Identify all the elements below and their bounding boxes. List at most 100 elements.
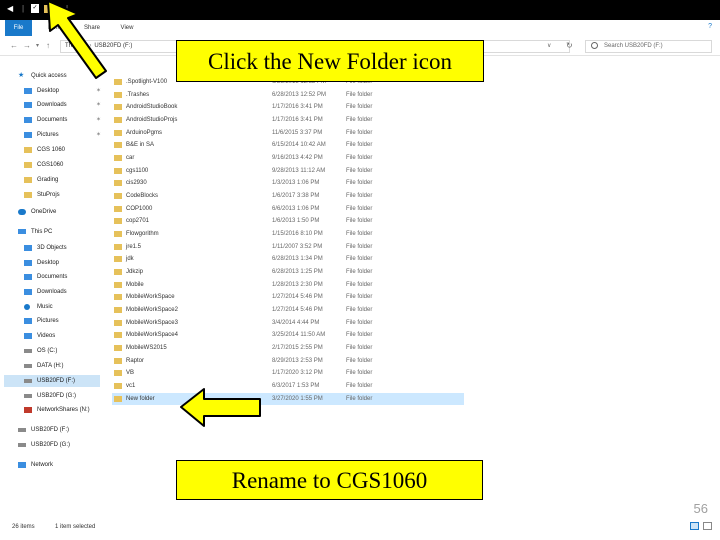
file-name: COP1000 [126, 205, 153, 212]
file-name: CodeBlocks [126, 193, 159, 200]
file-row[interactable]: Raptor 8/29/2013 2:53 PM File folder [112, 355, 464, 367]
file-row[interactable]: New folder 3/27/2020 1:55 PM File folder [112, 392, 464, 405]
sidebar-item[interactable]: Network [18, 459, 104, 471]
pin-icon[interactable]: ✶ [96, 85, 101, 97]
file-type: File folder [346, 269, 373, 276]
sidebar-item[interactable]: NetworkShares (N:) [24, 404, 110, 416]
sidebar-item[interactable]: 3D Objects [24, 242, 110, 254]
search-input[interactable]: Search USB20FD (F:) [585, 40, 712, 53]
file-row[interactable]: jre1.5 1/11/2007 3:52 PM File folder [112, 241, 464, 253]
file-row[interactable]: AndroidStudioProjs 1/17/2016 3:41 PM File … [112, 114, 464, 126]
file-type: File folder [346, 129, 373, 136]
refresh-icon[interactable]: ↻ [566, 41, 573, 50]
file-row[interactable]: AndroidStudioBook 1/17/2016 3:41 PM File f… [112, 101, 464, 113]
sidebar-item[interactable]: Pictures [24, 315, 110, 327]
sidebar-item[interactable]: Pictures ✶ [24, 129, 110, 141]
sidebar-item[interactable]: Downloads ✶ [24, 99, 110, 111]
folder-icon [24, 177, 32, 183]
file-date-modified: 1/27/2014 5:46 PM [272, 307, 323, 314]
desktop-icon [24, 88, 32, 94]
back-arrow-icon[interactable]: ← [10, 40, 18, 52]
sidebar-item[interactable]: Desktop ✶ [24, 85, 110, 97]
file-name: AndroidStudioBook [126, 104, 178, 111]
sidebar-item[interactable]: USB20FD (F:) [18, 424, 104, 436]
sidebar-item[interactable]: USB20FD (G:) [24, 390, 110, 402]
sidebar-item[interactable]: Downloads [24, 286, 110, 298]
file-row[interactable]: COP1000 6/6/2013 1:06 PM File folder [112, 203, 464, 215]
details-view-icon[interactable] [690, 522, 699, 530]
file-name: Flowgorithm [126, 231, 159, 238]
file-type: File folder [346, 281, 373, 288]
sidebar-item[interactable]: Videos [24, 330, 110, 342]
drive-icon [24, 349, 32, 353]
forward-arrow-icon[interactable]: → [23, 40, 31, 52]
sidebar-item[interactable]: DATA (H:) [24, 360, 110, 372]
folder-icon [114, 218, 122, 225]
file-row[interactable]: jdk 6/28/2013 1:34 PM File folder [112, 253, 464, 265]
file-date-modified: 1/15/2016 8:10 PM [272, 231, 323, 238]
file-type: File folder [346, 142, 373, 149]
file-date-modified: 6/15/2014 10:42 AM [272, 142, 326, 149]
sidebar-item-label: USB20FD (G:) [31, 442, 71, 448]
sidebar-item[interactable]: StuProjs [24, 189, 110, 201]
folder-icon [24, 192, 32, 198]
file-row[interactable]: ArduinoPgms 11/6/2015 3:37 PM File folder [112, 127, 464, 139]
large-icons-view-icon[interactable] [703, 522, 712, 530]
back-icon[interactable]: ◀ [7, 4, 17, 14]
file-name: MobileWS2015 [126, 345, 167, 352]
tab-file[interactable]: File [5, 20, 32, 36]
sidebar-item[interactable]: Documents ✶ [24, 114, 110, 126]
file-row[interactable]: CodeBlocks 1/6/2017 3:38 PM File folder [112, 190, 464, 202]
sidebar-item-label: Documents [37, 117, 68, 123]
file-row[interactable]: cis2930 1/3/2013 1:06 PM File folder [112, 177, 464, 189]
sidebar-item[interactable]: USB20FD (F:) [4, 375, 100, 387]
file-row[interactable]: vc1 6/3/2017 1:53 PM File folder [112, 380, 464, 392]
file-type: File folder [346, 193, 373, 200]
sidebar-item[interactable]: CGS 1060 [24, 144, 110, 156]
recent-locations-icon[interactable]: ▾ [36, 40, 39, 52]
sidebar-item[interactable]: CGS1060 [24, 159, 110, 171]
pin-icon[interactable]: ✶ [96, 99, 101, 111]
sidebar-item[interactable]: Documents [24, 271, 110, 283]
file-row[interactable]: MobileWorkSpace3 3/4/2014 4:44 PM File fol… [112, 317, 464, 329]
file-name: vc1 [126, 383, 136, 390]
folder-icon [24, 147, 32, 153]
pin-icon[interactable]: ✶ [96, 129, 101, 141]
file-row[interactable]: MobileWorkSpace 1/27/2014 5:46 PM File fol… [112, 291, 464, 303]
sidebar-item[interactable]: USB20FD (G:) [18, 439, 104, 451]
sidebar-item[interactable]: This PC [18, 226, 104, 238]
sidebar-item[interactable]: OneDrive [18, 206, 104, 218]
sidebar-item[interactable]: Grading [24, 174, 110, 186]
pin-icon[interactable]: ✶ [96, 114, 101, 126]
sidebar-item-label: Grading [37, 177, 59, 183]
file-row[interactable]: Flowgorithm 1/15/2016 8:10 PM File folder [112, 228, 464, 240]
file-name: MobileWorkSpace [126, 294, 175, 301]
file-row[interactable]: Jdkzip 6/28/2013 1:25 PM File folder [112, 266, 464, 278]
file-row[interactable]: cop2701 1/6/2013 1:50 PM File folder [112, 215, 464, 227]
file-name: MobileWorkSpace4 [126, 332, 178, 339]
sidebar-item[interactable]: OS (C:) [24, 345, 110, 357]
file-row[interactable]: .Trashes 6/28/2013 12:52 PM File folder [112, 89, 464, 101]
sidebar-item-label: Network [31, 462, 54, 468]
file-type: File folder [346, 357, 373, 364]
folder-icon [114, 155, 122, 162]
file-name: cgs1100 [126, 167, 149, 174]
file-type: File folder [346, 307, 373, 314]
properties-icon[interactable]: ✓ [31, 4, 39, 13]
sidebar-item[interactable]: Music [24, 301, 110, 313]
sidebar-item[interactable]: Desktop [24, 257, 110, 269]
file-row[interactable]: car 9/16/2013 4:42 PM File folder [112, 152, 464, 164]
file-row[interactable]: MobileWorkSpace4 3/25/2014 11:50 AM File f… [112, 329, 464, 341]
file-row[interactable]: B&E in SA 6/15/2014 10:42 AM File folder [112, 139, 464, 151]
file-row[interactable]: MobileWorkSpace2 1/27/2014 5:46 PM File fo… [112, 304, 464, 316]
address-dropdown-icon[interactable]: ∨ [547, 42, 551, 49]
file-date-modified: 3/4/2014 4:44 PM [272, 319, 320, 326]
file-date-modified: 6/28/2013 1:34 PM [272, 256, 323, 263]
file-row[interactable]: VB 1/17/2020 3:12 PM File folder [112, 367, 464, 379]
help-icon[interactable]: ? [708, 23, 712, 30]
downloads-icon [24, 102, 32, 108]
file-row[interactable]: MobileWS2015 2/17/2015 2:55 PM File folder [112, 342, 464, 354]
folder-icon [114, 345, 122, 352]
file-row[interactable]: Mobile 1/28/2013 2:30 PM File folder [112, 279, 464, 291]
file-row[interactable]: cgs1100 9/28/2013 11:12 AM File folder [112, 165, 464, 177]
